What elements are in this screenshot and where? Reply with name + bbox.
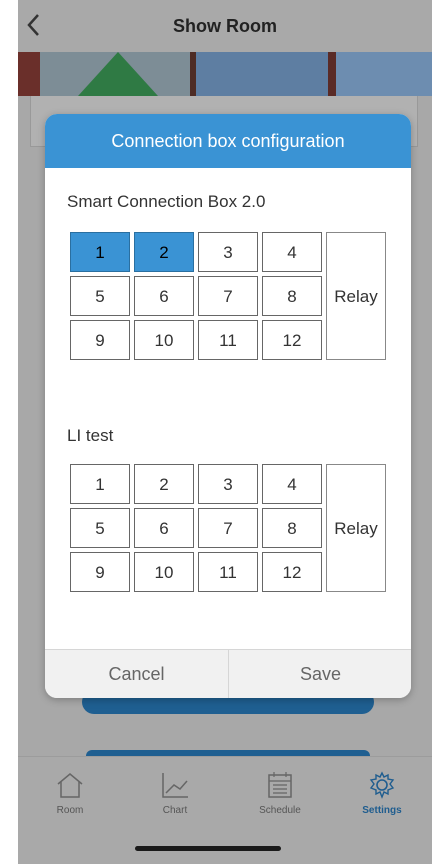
connection-cell[interactable]: 2	[134, 464, 194, 504]
connection-cell[interactable]: 9	[70, 320, 130, 360]
relay-cell[interactable]: Relay	[326, 232, 386, 360]
dialog-title: Connection box configuration	[45, 114, 411, 168]
home-icon	[57, 773, 83, 798]
box-name: LI test	[67, 426, 114, 445]
gear-icon	[369, 771, 395, 799]
connection-cell[interactable]: 6	[134, 276, 194, 316]
connection-cell[interactable]: 8	[262, 508, 322, 548]
connection-cell[interactable]: 4	[262, 464, 322, 504]
connection-cell[interactable]: 9	[70, 552, 130, 592]
connection-cell[interactable]: 3	[198, 232, 258, 272]
tab-settings[interactable]: Settings	[332, 771, 432, 831]
connection-cell[interactable]: 10	[134, 552, 194, 592]
connection-box-dialog: Connection box configuration Smart Conne…	[45, 114, 411, 698]
dialog-footer: Cancel Save	[45, 649, 411, 698]
page-title: Show Room	[173, 16, 277, 36]
connection-cell[interactable]: 4	[262, 232, 322, 272]
relay-cell[interactable]: Relay	[326, 464, 386, 592]
cancel-button[interactable]: Cancel	[45, 650, 228, 698]
save-button[interactable]: Save	[229, 650, 411, 698]
tab-chart-label: Chart	[162, 805, 188, 816]
home-indicator	[135, 846, 281, 851]
connection-cell[interactable]: 11	[198, 552, 258, 592]
connection-cell[interactable]: 8	[262, 276, 322, 316]
connection-cell[interactable]: 1	[70, 232, 130, 272]
top-navigation-bar: Show Room	[18, 0, 432, 53]
connection-cell[interactable]: 11	[198, 320, 258, 360]
connection-cell[interactable]: 5	[70, 508, 130, 548]
connection-cell[interactable]: 3	[198, 464, 258, 504]
tab-chart[interactable]: Chart	[125, 771, 225, 831]
connection-cell[interactable]: 5	[70, 276, 130, 316]
box-name: Smart Connection Box 2.0	[67, 192, 266, 211]
connection-cell[interactable]: 6	[134, 508, 194, 548]
tab-settings-label: Settings	[362, 805, 402, 816]
connection-grid: 1 2 3 4 5 6 7 8 9 10 11 12 Relay	[70, 464, 390, 592]
connection-cell[interactable]: 10	[134, 320, 194, 360]
tab-schedule[interactable]: Schedule	[230, 771, 330, 831]
calendar-icon	[268, 772, 292, 798]
connection-cell[interactable]: 1	[70, 464, 130, 504]
tab-room[interactable]: Room	[20, 771, 120, 831]
connection-grid: 1 2 3 4 5 6 7 8 9 10 11 12 Relay	[70, 232, 390, 360]
room-banner-image	[18, 52, 432, 96]
tab-room-label: Room	[56, 805, 84, 816]
connection-cell[interactable]: 7	[198, 276, 258, 316]
chart-icon	[162, 773, 188, 798]
connection-cell[interactable]: 7	[198, 508, 258, 548]
connection-cell[interactable]: 12	[262, 320, 322, 360]
connection-cell[interactable]: 2	[134, 232, 194, 272]
connection-cell[interactable]: 12	[262, 552, 322, 592]
tab-schedule-label: Schedule	[259, 805, 301, 816]
